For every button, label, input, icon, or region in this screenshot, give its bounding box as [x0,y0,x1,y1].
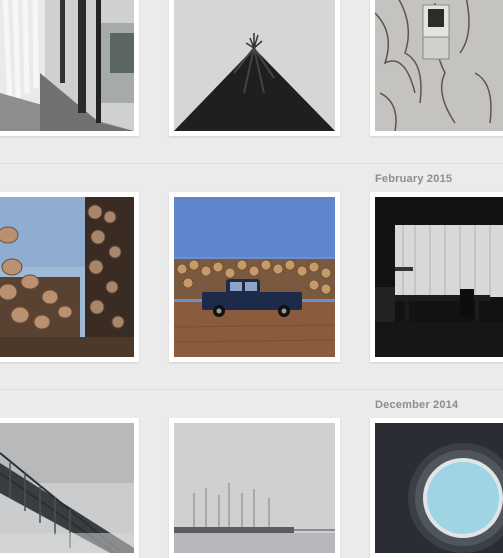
circular-skylight-photo [375,423,503,553]
bridge-in-fog-photo [0,423,134,553]
month-label: December 2014 [375,399,459,411]
dark-dining-room-photo [375,197,503,357]
month-label: February 2015 [375,173,453,185]
log-stacks-sky-photo [0,197,134,357]
photo-tile[interactable] [169,418,340,558]
dead-tree-looking-up-photo [174,0,335,131]
photo-tile[interactable] [0,418,139,558]
photo-tile[interactable] [370,192,503,362]
vine-covered-wall-photo [375,0,503,131]
section-divider [0,389,503,390]
photo-tile[interactable] [169,192,340,362]
photo-tile[interactable] [0,0,139,136]
photo-tile[interactable] [0,192,139,362]
photo-tile[interactable] [169,0,340,136]
section-divider [0,163,503,164]
photo-tile[interactable] [370,0,503,136]
photo-tile[interactable] [370,418,503,558]
foggy-harbor-sailboats-photo [174,423,335,553]
glass-corridor-curtains-photo [0,0,134,131]
pickup-truck-log-yard-photo [174,197,335,357]
